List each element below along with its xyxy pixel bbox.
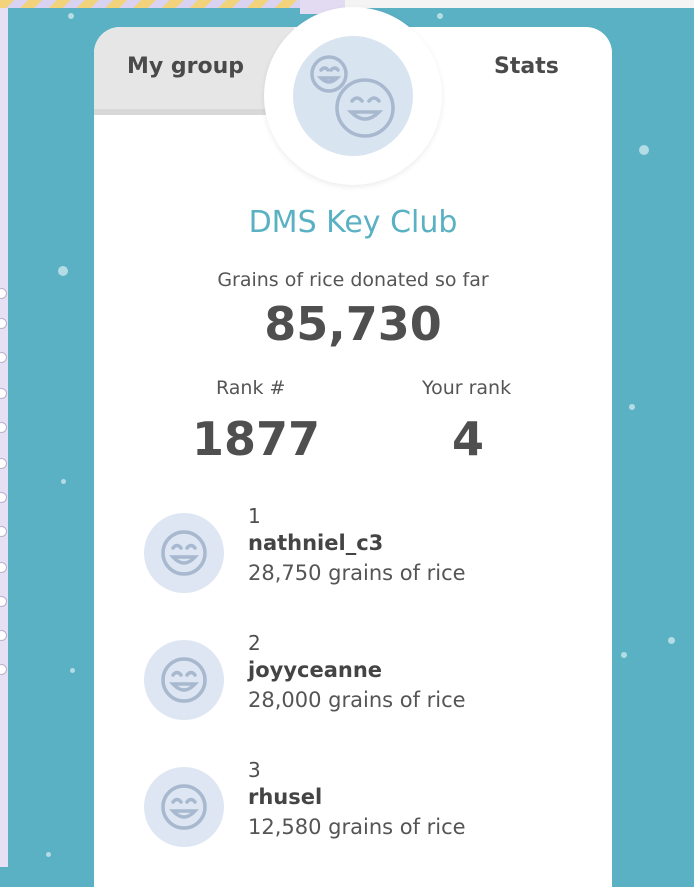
your-rank-value: 4 bbox=[452, 412, 485, 466]
member-grains: 28,750 grains of rice bbox=[248, 561, 466, 585]
tab-stats[interactable]: Stats bbox=[494, 54, 559, 79]
member-name: nathniel_c3 bbox=[248, 531, 384, 555]
background-dot bbox=[629, 404, 635, 410]
smiley-face-icon bbox=[161, 657, 207, 703]
member-position: 3 bbox=[248, 758, 261, 782]
member-list-item[interactable]: 1 nathniel_c3 28,750 grains of rice bbox=[144, 504, 584, 619]
tab-my-group-label: My group bbox=[127, 54, 245, 79]
background-dot bbox=[639, 145, 649, 155]
background-dot bbox=[668, 637, 675, 644]
your-rank-label: Your rank bbox=[422, 377, 512, 399]
group-name: DMS Key Club bbox=[248, 205, 458, 240]
member-avatar bbox=[144, 513, 224, 593]
group-smiley-icon bbox=[310, 55, 395, 138]
background-dot bbox=[68, 13, 74, 19]
member-list-item[interactable]: 2 joyyceanne 28,000 grains of rice bbox=[144, 631, 584, 746]
member-name: rhusel bbox=[248, 785, 323, 809]
background-dot bbox=[61, 479, 66, 484]
smiley-face-icon bbox=[161, 784, 207, 830]
background-dot bbox=[621, 652, 627, 658]
top-edge bbox=[345, 0, 694, 8]
group-avatar-bg bbox=[293, 36, 413, 156]
member-avatar bbox=[144, 640, 224, 720]
group-avatar bbox=[264, 7, 442, 185]
member-avatar bbox=[144, 767, 224, 847]
group-rank-label: Rank # bbox=[216, 377, 286, 399]
background-dot bbox=[437, 13, 443, 19]
member-position: 1 bbox=[248, 504, 261, 528]
member-grains: 28,000 grains of rice bbox=[248, 688, 466, 712]
background-dot bbox=[70, 668, 75, 673]
member-name: joyyceanne bbox=[248, 658, 383, 682]
group-stats-card: My group Stats DMS Key Club Grains of ri… bbox=[94, 7, 612, 887]
background-dot bbox=[58, 266, 68, 276]
notebook-paper-edge bbox=[0, 0, 8, 867]
smiley-face-icon bbox=[161, 530, 207, 576]
member-list-item[interactable]: 3 rhusel 12,580 grains of rice bbox=[144, 758, 584, 873]
donated-label: Grains of rice donated so far bbox=[217, 269, 489, 291]
background-dot bbox=[46, 852, 51, 857]
member-grains: 12,580 grains of rice bbox=[248, 815, 466, 839]
donated-total: 85,730 bbox=[264, 297, 442, 351]
member-position: 2 bbox=[248, 631, 261, 655]
group-rank-value: 1877 bbox=[192, 412, 321, 466]
decorative-stripe bbox=[0, 0, 300, 8]
